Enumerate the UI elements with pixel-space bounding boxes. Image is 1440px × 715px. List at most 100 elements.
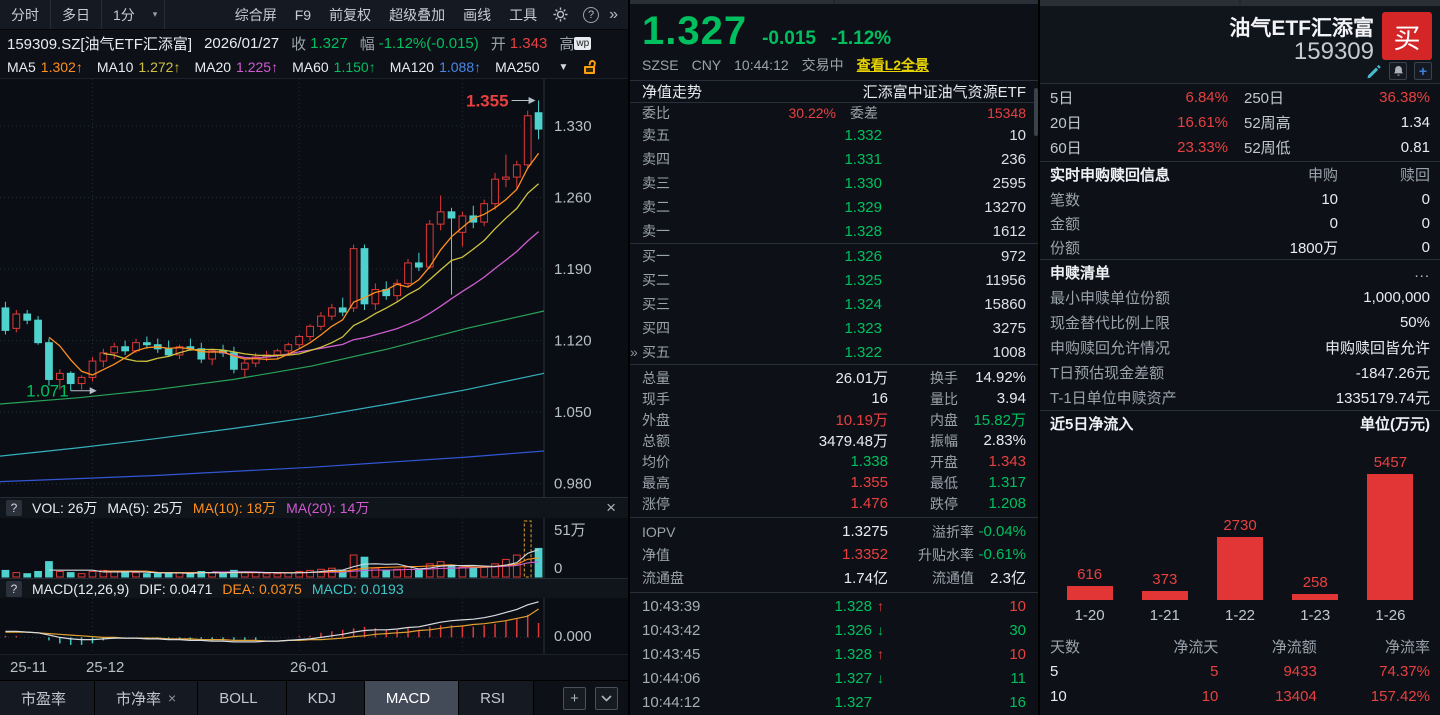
netflow-x-label: 1-21 [1127, 607, 1202, 624]
ask-row[interactable]: 卖五1.33210 [642, 123, 1026, 147]
ma-legend-item: MA51.302↑ [7, 59, 83, 75]
alert-bell-icon[interactable] [1389, 62, 1407, 80]
kline-chart-area: 1.3301.2601.1901.1201.0500.9801.3551.071 [0, 78, 628, 497]
performance-row: 5日6.84%250日36.38% [1050, 85, 1430, 110]
gear-icon[interactable] [552, 6, 569, 23]
macd-value: MACD: 0.0193 [312, 581, 404, 597]
indicator-tab[interactable]: RSI [459, 681, 534, 715]
ma-legend-bar: MA51.302↑MA101.272↑MA201.225↑MA601.150↑M… [0, 56, 628, 78]
chg-value: -1.12%(-0.015) [379, 35, 479, 52]
add-watchlist-icon[interactable]: + [1414, 62, 1432, 80]
netflow-x-label: 1-22 [1202, 607, 1277, 624]
chart-panel: 分时 多日 1分 ▾ 综合屏F9前复权超级叠加画线工具 ? » 159309.S… [0, 0, 628, 715]
volume-chart[interactable] [0, 518, 628, 578]
indicator-tab-bar: 市盈率市净率×BOLLKDJMACDRSI + [0, 680, 628, 715]
netflow-table-row: 55943374.37% [1050, 659, 1430, 684]
vol-ma5: MA(5): 25万 [107, 498, 182, 518]
macd-help-icon[interactable]: ? [6, 581, 22, 597]
price-change-pct: -1.12% [831, 28, 891, 50]
bid-row[interactable]: 买二1.32511956 [642, 268, 1026, 292]
toolbar-more-icon[interactable]: » [609, 6, 618, 24]
nav-stats: IOPV1.3275溢折率-0.04%净值1.3352升贴水率-0.61%流通盘… [630, 518, 1038, 593]
unlock-icon[interactable] [584, 60, 596, 74]
svg-text:1.355: 1.355 [466, 91, 509, 110]
last-price: 1.327 [642, 9, 747, 54]
subscription-header: 实时申购赎回信息 申购 赎回 [1040, 162, 1440, 187]
macd-title: MACD(12,26,9) [32, 581, 129, 597]
stats-row: 总额3479.48万振幅2.83% [642, 430, 1026, 451]
weibi-label: 委比 [642, 103, 686, 123]
last-price-row: 1.327 -0.015 -1.12% [630, 4, 1038, 54]
bid-book: 买一1.326972买二1.32511956买三1.32415860买四1.32… [630, 244, 1038, 365]
performance-row: 60日23.33%52周低0.81 [1050, 135, 1430, 160]
ask-book: 卖五1.33210卖四1.331236卖三1.3302595卖二1.329132… [630, 123, 1038, 244]
toolbar-item[interactable]: F9 [286, 7, 320, 23]
macd-dif: DIF: 0.0471 [139, 581, 212, 597]
subscription-row: 笔数100 [1040, 187, 1440, 211]
open-value: 1.343 [510, 35, 548, 52]
stats-row: 涨停1.476跌停1.208 [642, 493, 1026, 514]
x-label-dec: 25-12 [86, 659, 124, 676]
ask-row[interactable]: 卖四1.331236 [642, 147, 1026, 171]
macd-chart[interactable] [0, 598, 628, 654]
toolbar-item[interactable]: 前复权 [320, 5, 380, 25]
add-indicator-button[interactable]: + [563, 687, 586, 710]
bid-row[interactable]: 买一1.326972 [642, 244, 1026, 268]
toolbar-item[interactable]: 综合屏 [226, 5, 286, 25]
ma-legend-item: MA201.225↑ [194, 59, 278, 75]
netflow-table-row: 101013404157.42% [1050, 684, 1430, 709]
vol-ma10: MA(10): 18万 [193, 498, 276, 518]
indicator-tab[interactable]: 市净率× [95, 681, 198, 715]
period-dropdown-icon[interactable]: ▾ [146, 0, 166, 29]
ma-dropdown-icon[interactable]: ▼ [558, 62, 568, 73]
vol-value: VOL: 26万 [32, 498, 97, 518]
creation-list-row: 申购赎回允许情况申购赎回皆允许 [1040, 335, 1440, 360]
kline-chart[interactable]: 1.3301.2601.1901.1201.0500.9801.3551.071 [0, 79, 628, 498]
svg-text:1.190: 1.190 [554, 261, 592, 278]
collapse-panel-icon[interactable]: » [630, 344, 638, 360]
indicator-tab[interactable]: BOLL [198, 681, 286, 715]
netflow-x-labels: 1-201-211-221-231-26 [1040, 600, 1440, 630]
indicator-tab[interactable]: KDJ [287, 681, 365, 715]
toolbar-item[interactable]: 画线 [454, 5, 500, 25]
ma-legend-item: MA101.272↑ [97, 59, 181, 75]
close-label: 收 [291, 33, 306, 54]
more-icon[interactable]: ... [1414, 264, 1430, 281]
bid-row[interactable]: 买四1.3233275 [642, 316, 1026, 340]
toolbar-item[interactable]: 超级叠加 [380, 5, 454, 25]
stats-row: IOPV1.3275溢折率-0.04% [642, 520, 1026, 543]
buy-button[interactable]: 买 [1382, 12, 1432, 60]
stats-row: 均价1.338开盘1.343 [642, 451, 1026, 472]
creation-list-row: T-1日单位申赎资产1335179.74元 [1040, 385, 1440, 410]
wp-badge: wp [574, 37, 591, 50]
bid-row[interactable]: 买三1.32415860 [642, 292, 1026, 316]
netflow-bar-chart[interactable]: 61637327302585457 [1040, 436, 1440, 600]
tick-row: 10:43:451.328↑10 [642, 642, 1026, 666]
bid-row[interactable]: 买五1.3221008 [642, 340, 1026, 364]
x-label-nov: 25-11 [10, 659, 47, 676]
ask-row[interactable]: 卖三1.3302595 [642, 171, 1026, 195]
vol-help-icon[interactable]: ? [6, 500, 22, 516]
edit-icon[interactable] [1366, 63, 1382, 79]
fund-full-name: 汇添富中证油气资源ETF [863, 81, 1026, 102]
tab-intraday[interactable]: 分时 [0, 0, 51, 29]
creation-list-header: 申赎清单 ... [1040, 259, 1440, 285]
netflow-bar: 373 [1127, 571, 1202, 600]
tab-period-1min[interactable]: 1分 [102, 0, 146, 29]
ask-row[interactable]: 卖一1.3281612 [642, 219, 1026, 243]
subscription-rows: 笔数100金额00份额1800万0 [1040, 187, 1440, 259]
tick-list: 10:43:391.328↑1010:43:421.326↓3010:43:45… [630, 593, 1038, 715]
nav-trend-label[interactable]: 净值走势 [642, 81, 702, 102]
svg-text:1.071: 1.071 [26, 382, 69, 401]
help-icon[interactable]: ? [583, 7, 599, 23]
vol-axis-min: 0 [554, 560, 562, 577]
indicator-list-button[interactable] [595, 687, 618, 710]
toolbar-item[interactable]: 工具 [500, 5, 546, 25]
ask-row[interactable]: 卖二1.32913270 [642, 195, 1026, 219]
indicator-tab[interactable]: MACD [365, 681, 459, 715]
vol-close-icon[interactable]: × [600, 498, 622, 518]
indicator-tab[interactable]: 市盈率 [0, 681, 95, 715]
volume-chart-area: 51万 0 [0, 518, 628, 578]
tab-multiday[interactable]: 多日 [51, 0, 102, 29]
l2-panorama-link[interactable]: 查看L2全景 [857, 55, 929, 75]
